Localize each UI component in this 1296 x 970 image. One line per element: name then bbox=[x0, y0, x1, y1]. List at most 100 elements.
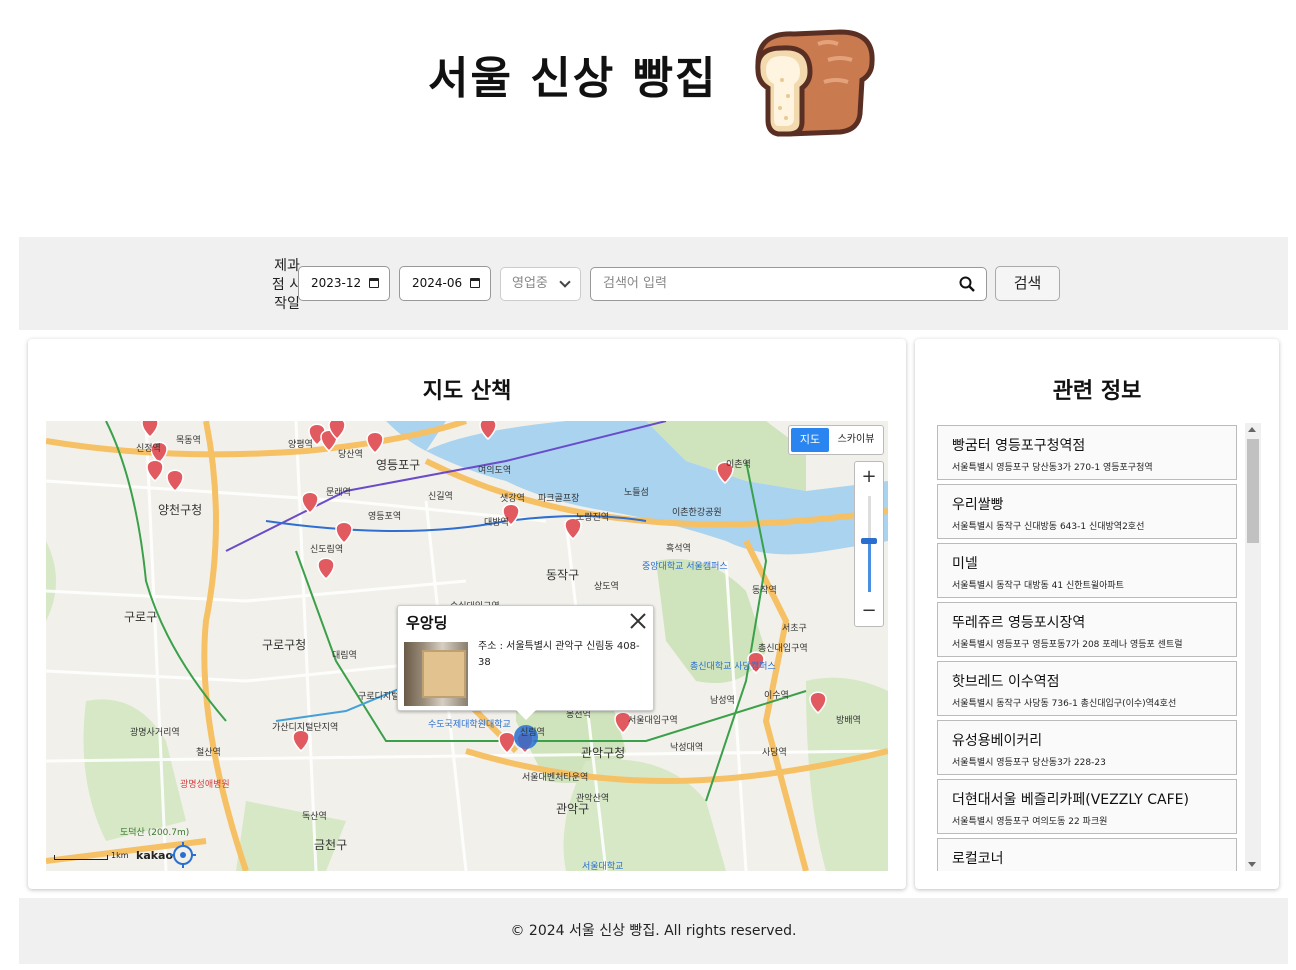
status-select[interactable]: 영업중 bbox=[500, 267, 581, 301]
map-label: 문래역 bbox=[326, 487, 351, 498]
zoom-level-fill bbox=[868, 542, 871, 592]
info-window-pointer bbox=[516, 710, 536, 720]
bakery-name: 유성용베이커리 bbox=[952, 733, 1043, 749]
related-section-title: 관련 정보 bbox=[1052, 379, 1142, 404]
status-select-value: 영업중 bbox=[512, 276, 548, 291]
map-label: 상도역 bbox=[594, 581, 619, 592]
bakery-address: 서울특별시 영등포구 영등포동7가 208 포레나 영등포 센트럴 bbox=[952, 640, 1183, 650]
site-footer: © 2024 서울 신상 빵집. All rights reserved. bbox=[19, 898, 1288, 964]
map-label: 여의도역 bbox=[478, 464, 511, 476]
map-type-map-button[interactable]: 지도 bbox=[791, 428, 829, 452]
map-label: 남성역 bbox=[710, 695, 735, 706]
search-bar: 제과점 시작일 2023-12 2024-06 영업중 검색어 입력 검색 bbox=[19, 237, 1288, 330]
map-label: 신도림역 bbox=[310, 543, 343, 555]
bakery-address: 서울특별시 영등포구 여의도동 22 파크원 bbox=[952, 817, 1108, 827]
map-label: 파크골프장 bbox=[538, 493, 579, 504]
map-label: 서초구 bbox=[782, 623, 807, 634]
list-scrollbar[interactable] bbox=[1245, 423, 1261, 871]
calendar-icon[interactable] bbox=[369, 278, 379, 288]
map-label: 흑석역 bbox=[666, 542, 691, 554]
map-label: 중앙대학교 서울캠퍼스 bbox=[642, 560, 728, 572]
map-label: 목동역 bbox=[176, 435, 201, 446]
search-icon[interactable] bbox=[959, 276, 975, 292]
map-label: 대림역 bbox=[332, 649, 357, 661]
list-item[interactable]: 빵굼터 영등포구청역점 서울특별시 영등포구 당산동3가 270-1 영등포구청… bbox=[937, 425, 1237, 480]
map-label: 영등포역 bbox=[368, 511, 401, 522]
current-location-icon[interactable] bbox=[170, 842, 196, 868]
chevron-down-icon bbox=[559, 276, 571, 288]
map-label: 도덕산 (200.7m) bbox=[120, 827, 189, 838]
bakery-address: 서울특별시 영등포구 당산동3가 228-23 bbox=[952, 758, 1106, 768]
map-label: 방배역 bbox=[836, 715, 861, 726]
info-window-title: 우앙딩 bbox=[406, 614, 448, 632]
zoom-in-button[interactable]: + bbox=[855, 464, 883, 490]
map-label: 이수역 bbox=[764, 690, 789, 701]
map-label: 양평역 bbox=[288, 439, 313, 450]
scroll-down-icon[interactable] bbox=[1248, 862, 1256, 867]
scrollbar-thumb[interactable] bbox=[1247, 439, 1259, 543]
map-label: 총신대학교 사당캠퍼스 bbox=[690, 660, 776, 672]
list-item[interactable]: 더현대서울 베즐리카페(VEZZLY CAFE) 서울특별시 영등포구 여의도동… bbox=[937, 779, 1237, 834]
info-window-address: 주소 : 서울특별시 관악구 신림동 408-38 bbox=[478, 641, 640, 668]
list-item[interactable]: 로컬코너 bbox=[937, 838, 1237, 871]
map-label: 동작구 bbox=[546, 568, 579, 582]
bakery-name: 핫브레드 이수역점 bbox=[952, 674, 1060, 690]
map-label: 노량진역 bbox=[576, 511, 609, 523]
end-date-value: 2024-06 bbox=[412, 276, 463, 290]
site-header: 서울 신상 빵집 bbox=[0, 0, 1296, 237]
bakery-name: 우리쌀빵 bbox=[952, 497, 1004, 513]
list-item[interactable]: 뚜레쥬르 영등포시장역 서울특별시 영등포구 영등포동7가 208 포레나 영등… bbox=[937, 602, 1237, 657]
bakery-name: 미넬 bbox=[952, 556, 978, 572]
map-label: 샛강역 bbox=[500, 493, 525, 504]
calendar-icon[interactable] bbox=[470, 278, 480, 288]
related-info-card: 관련 정보 빵굼터 영등포구청역점 서울특별시 영등포구 당산동3가 270-1… bbox=[915, 339, 1279, 889]
list-item[interactable]: 미넬 서울특별시 동작구 대방동 41 신한트윌아파트 bbox=[937, 543, 1237, 598]
map-scale-label: 1km bbox=[111, 851, 129, 860]
bakery-address: 서울특별시 동작구 사당동 736-1 총신대입구(이수)역4호선 bbox=[952, 699, 1177, 709]
map-label: 광명사거리역 bbox=[130, 726, 180, 738]
bakery-name: 뚜레쥬르 영등포시장역 bbox=[952, 615, 1086, 631]
map-label: 관악구청 bbox=[581, 746, 625, 760]
bread-icon bbox=[755, 29, 875, 137]
map-label: 신림역 bbox=[520, 726, 545, 738]
map-type-toggle: 지도 스카이뷰 bbox=[788, 425, 884, 455]
search-button[interactable]: 검색 bbox=[995, 266, 1060, 301]
map-label: 양천구청 bbox=[158, 502, 202, 517]
close-icon[interactable] bbox=[629, 612, 647, 630]
map-view[interactable]: 영등포구 여의도역 신길역 샛강역 양천구청 구로구청 관악구청 동작구 노량진… bbox=[46, 421, 888, 871]
map-label: 사당역 bbox=[762, 747, 787, 758]
map-label: 노들섬 bbox=[624, 487, 649, 498]
bakery-address: 서울특별시 동작구 신대방동 643-1 신대방역2호선 bbox=[952, 522, 1145, 532]
list-item[interactable]: 우리쌀빵 서울특별시 동작구 신대방동 643-1 신대방역2호선 bbox=[937, 484, 1237, 539]
map-label: 독산역 bbox=[302, 811, 327, 822]
map-label: 신정역 bbox=[136, 443, 161, 454]
bakery-name: 더현대서울 베즐리카페(VEZZLY CAFE) bbox=[952, 792, 1189, 808]
zoom-slider-handle[interactable] bbox=[861, 538, 877, 544]
map-label: 동작역 bbox=[752, 585, 777, 596]
map-label: 수도국제대학원대학교 bbox=[428, 719, 511, 730]
map-label: 대방역 bbox=[484, 517, 509, 528]
map-label: 영등포구 bbox=[376, 458, 420, 472]
start-date-input[interactable]: 2023-12 bbox=[298, 266, 390, 301]
map-label: 신길역 bbox=[428, 491, 453, 502]
site-title: 서울 신상 빵집 bbox=[428, 53, 718, 104]
map-scale-bar bbox=[54, 855, 108, 860]
bakery-name: 로컬코너 bbox=[952, 851, 1004, 867]
map-card: 지도 산책 영등포구 여의도역 신길역 샛강역 양천구청 구로구청 관악구청 동… bbox=[28, 339, 906, 889]
bakery-address: 서울특별시 동작구 대방동 41 신한트윌아파트 bbox=[952, 581, 1124, 591]
list-item[interactable]: 핫브레드 이수역점 서울특별시 동작구 사당동 736-1 총신대입구(이수)역… bbox=[937, 661, 1237, 716]
scroll-up-icon[interactable] bbox=[1248, 427, 1256, 432]
search-input[interactable]: 검색어 입력 bbox=[590, 267, 987, 301]
bakery-photo bbox=[404, 642, 468, 706]
related-list[interactable]: 빵굼터 영등포구청역점 서울특별시 영등포구 당산동3가 270-1 영등포구청… bbox=[937, 423, 1261, 871]
map-type-skyview-button[interactable]: 스카이뷰 bbox=[831, 428, 881, 452]
map-label: 이촌역 bbox=[726, 459, 751, 470]
map-label: 총신대입구역 bbox=[758, 642, 808, 654]
start-date-value: 2023-12 bbox=[311, 276, 362, 290]
list-item[interactable]: 유성용베이커리 서울특별시 영등포구 당산동3가 228-23 bbox=[937, 720, 1237, 775]
end-date-input[interactable]: 2024-06 bbox=[399, 266, 491, 301]
map-label: 가산디지털단지역 bbox=[272, 721, 338, 733]
zoom-out-button[interactable]: − bbox=[855, 598, 883, 624]
map-label: 광명성애병원 bbox=[180, 778, 230, 790]
map-label: 낙성대역 bbox=[670, 742, 703, 753]
